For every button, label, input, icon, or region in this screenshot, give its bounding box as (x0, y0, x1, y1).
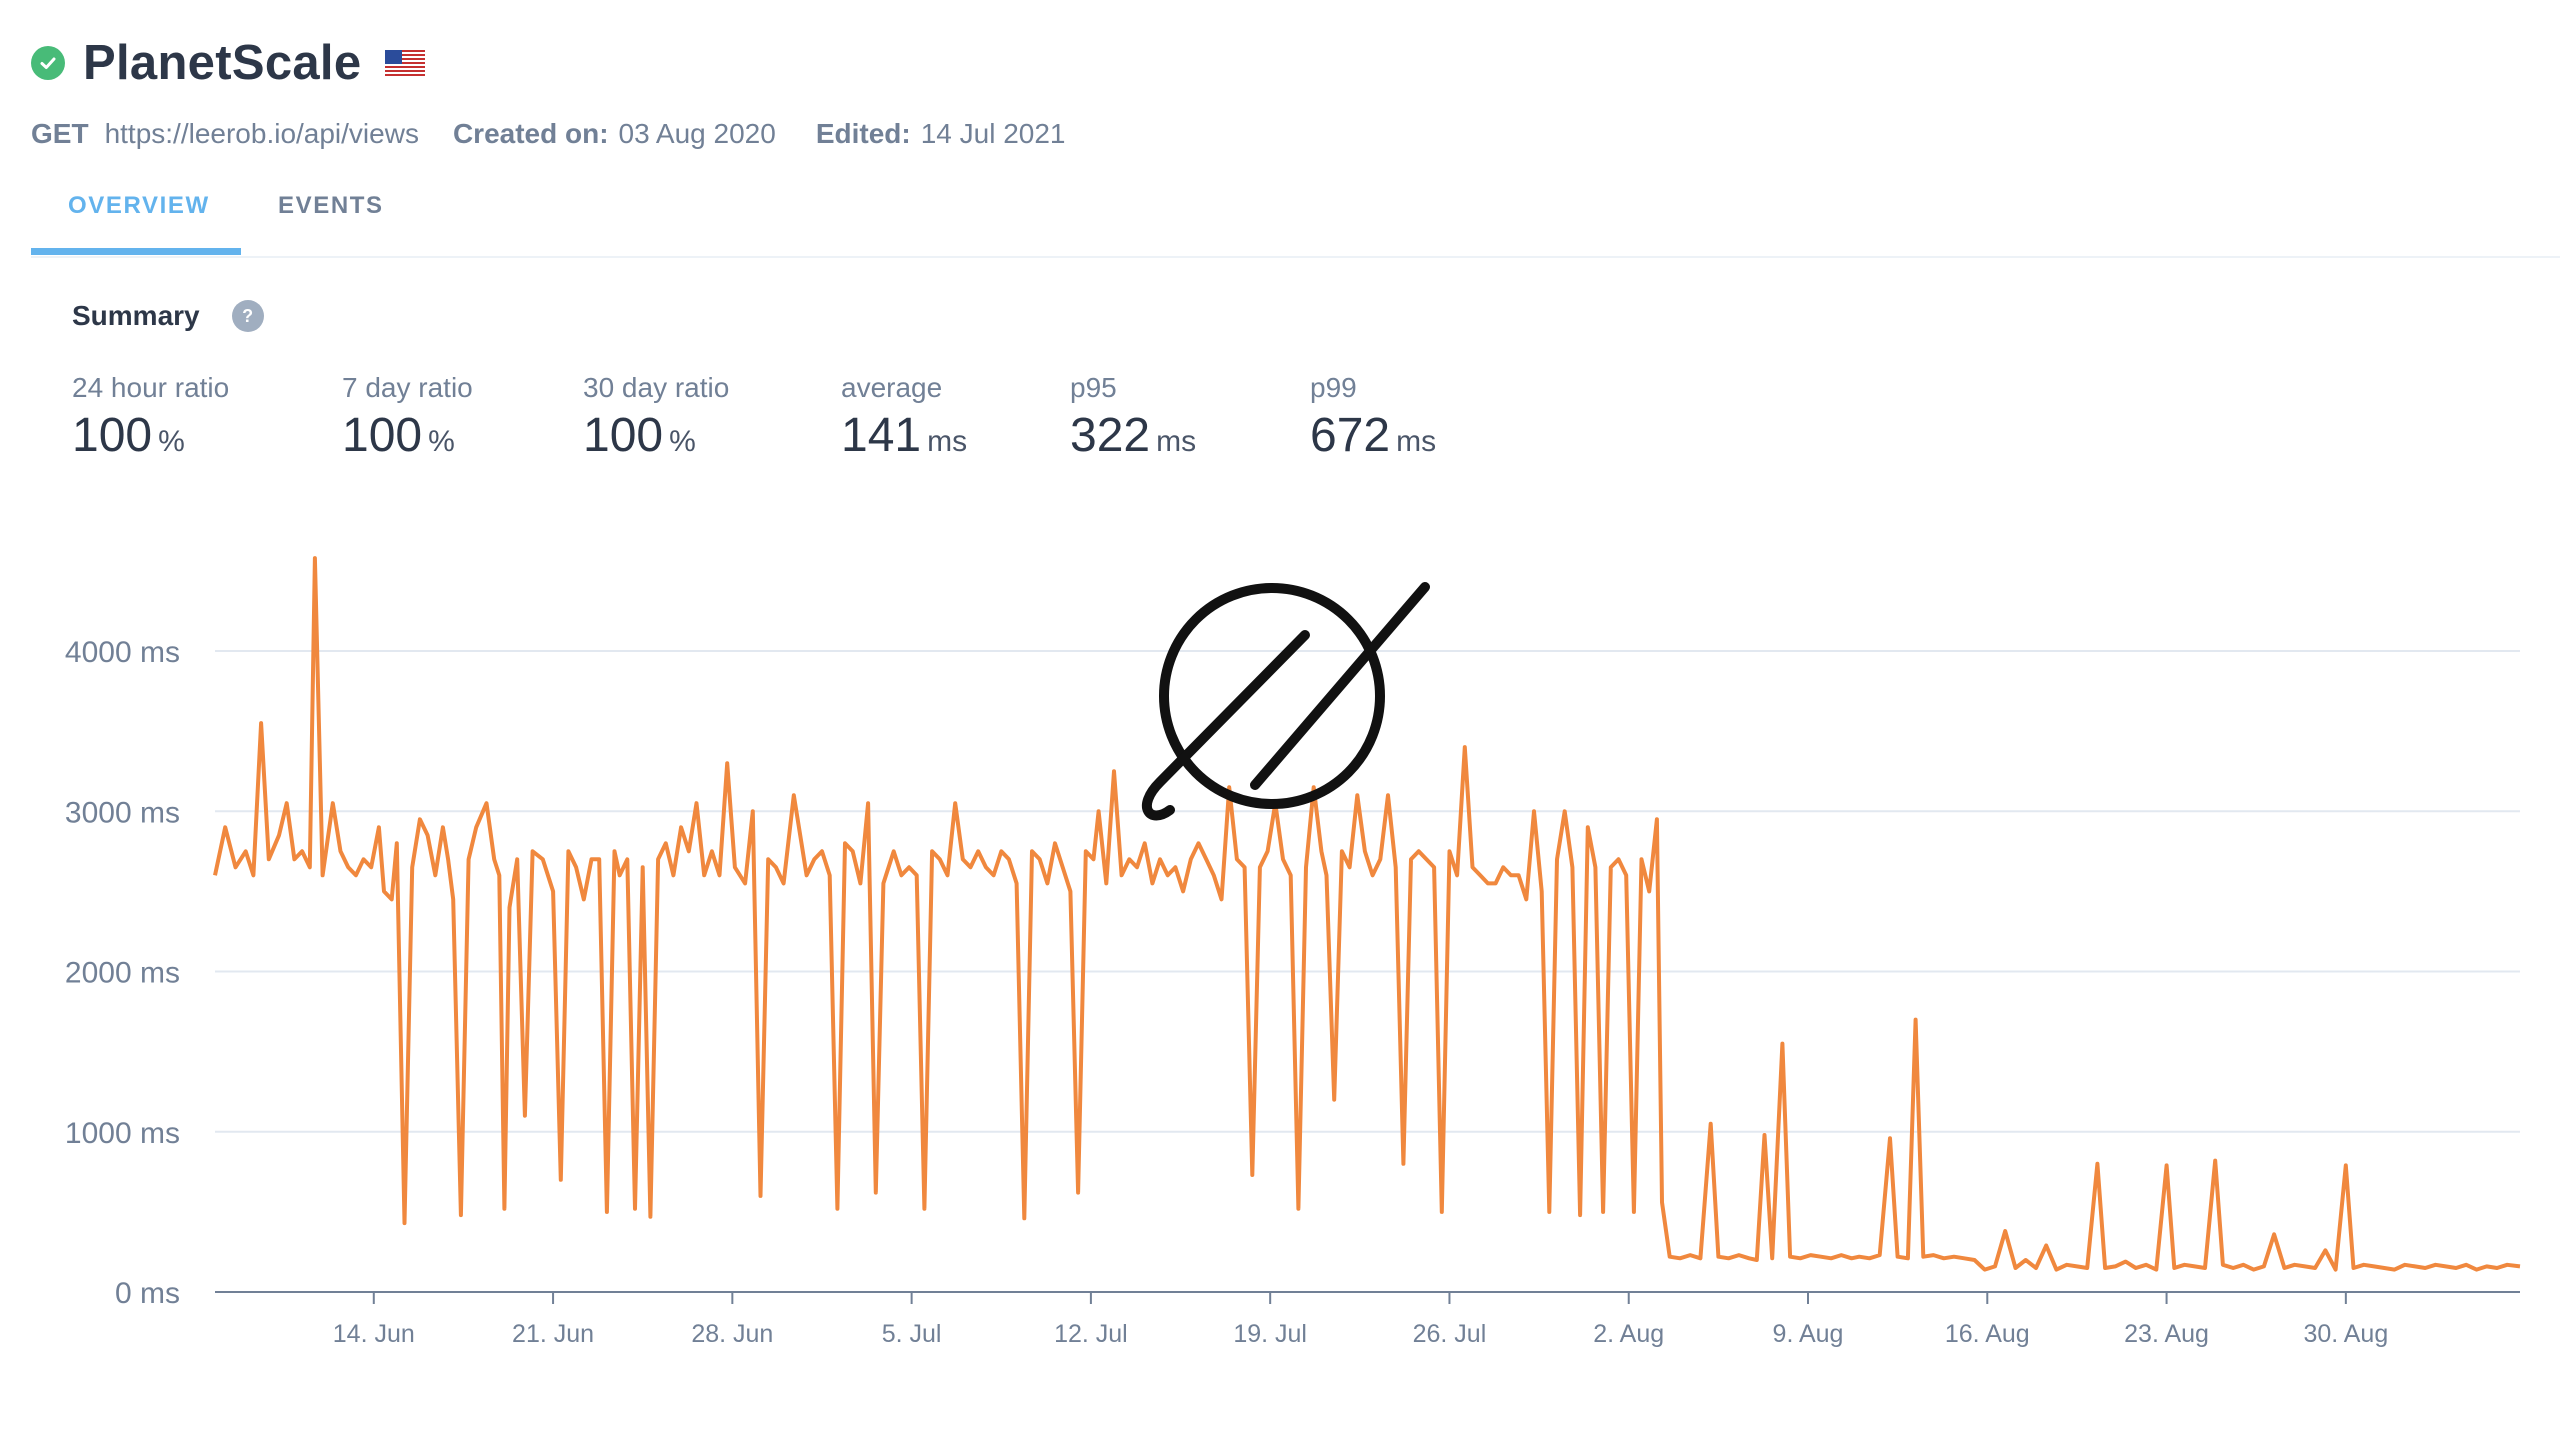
status-check-icon (31, 46, 65, 80)
stat-value: 322 (1070, 409, 1151, 462)
tab-bar: OVERVIEW EVENTS (31, 170, 2560, 258)
x-tick-label: 23. Aug (2124, 1320, 2209, 1348)
monitor-url: https://leerob.io/api/views (104, 118, 419, 149)
y-tick-label: 1000 ms (65, 1117, 180, 1150)
stat-unit: ms (927, 425, 968, 458)
help-icon[interactable]: ? (231, 300, 264, 332)
summary-title: Summary (72, 300, 200, 331)
x-tick-label: 28. Jun (691, 1320, 773, 1348)
stat-value: 672 (1310, 409, 1391, 462)
summary-header: Summary ? (72, 300, 264, 332)
x-tick-label: 16. Aug (1945, 1320, 2030, 1348)
summary-panel: Summary ? 24 hour ratio 100% 7 day ratio… (72, 300, 1436, 462)
stat-label: p95 (1070, 372, 1117, 403)
stat-unit: % (669, 425, 696, 458)
x-tick-label: 5. Jul (882, 1320, 942, 1348)
stat-unit: ms (1396, 425, 1437, 458)
active-tab-indicator (31, 248, 241, 255)
us-flag-icon (385, 50, 426, 76)
x-tick-label: 26. Jul (1413, 1320, 1487, 1348)
x-tick-label: 9. Aug (1773, 1320, 1844, 1348)
y-tick-label: 4000 ms (65, 636, 180, 669)
x-tick-label: 12. Jul (1054, 1320, 1128, 1348)
monitor-header: PlanetScale GET https://leerob.io/api/vi… (31, 30, 2531, 150)
stat-7d-ratio: 7 day ratio 100% (342, 372, 473, 463)
x-tick-label: 19. Jul (1233, 1320, 1307, 1348)
stat-label: p99 (1310, 372, 1357, 403)
stat-value: 100 (583, 409, 664, 462)
created-value: 03 Aug 2020 (618, 118, 776, 149)
stat-value: 141 (841, 409, 922, 462)
y-tick-label: 3000 ms (65, 796, 180, 829)
x-tick-label: 2. Aug (1593, 1320, 1664, 1348)
x-tick-label: 30. Aug (2303, 1320, 2388, 1348)
edited-label: Edited: (815, 118, 911, 149)
stat-unit: % (158, 425, 185, 458)
planetscale-logo-icon (1141, 582, 1430, 821)
stat-label: 30 day ratio (583, 372, 730, 403)
tab-overview[interactable]: OVERVIEW (68, 192, 210, 220)
response-time-line[interactable] (213, 556, 2521, 1272)
stat-average: average 141 ms (841, 372, 967, 463)
stat-label: average (841, 372, 943, 403)
monitor-meta: GET https://leerob.io/api/views Created … (31, 118, 2531, 150)
response-time-chart[interactable]: 0 ms 1000 ms 2000 ms 3000 ms 4000 ms 14. Jun… (0, 520, 2560, 1440)
tab-events[interactable]: EVENTS (278, 192, 384, 220)
stat-p95: p95 322 ms (1070, 372, 1196, 463)
title-row: PlanetScale (31, 30, 2531, 96)
stat-unit: ms (1156, 425, 1197, 458)
stat-label: 24 hour ratio (72, 372, 230, 403)
edited-value: 14 Jul 2021 (920, 118, 1066, 149)
stat-30d-ratio: 30 day ratio 100% (583, 372, 729, 463)
y-tick-label: 2000 ms (65, 957, 180, 990)
x-tick-label: 21. Jun (512, 1320, 594, 1348)
stat-value: 100 (342, 409, 423, 462)
http-method: GET (31, 118, 89, 149)
stat-24h-ratio: 24 hour ratio 100% (72, 372, 229, 463)
y-tick-label: 0 ms (115, 1277, 180, 1310)
monitor-title: PlanetScale (83, 36, 362, 90)
created-label: Created on: (452, 118, 609, 149)
stat-unit: % (428, 425, 455, 458)
stat-label: 7 day ratio (342, 372, 473, 403)
stat-value: 100 (72, 409, 153, 462)
stat-p99: p99 672 ms (1310, 372, 1436, 463)
x-tick-label: 14. Jun (333, 1320, 415, 1348)
